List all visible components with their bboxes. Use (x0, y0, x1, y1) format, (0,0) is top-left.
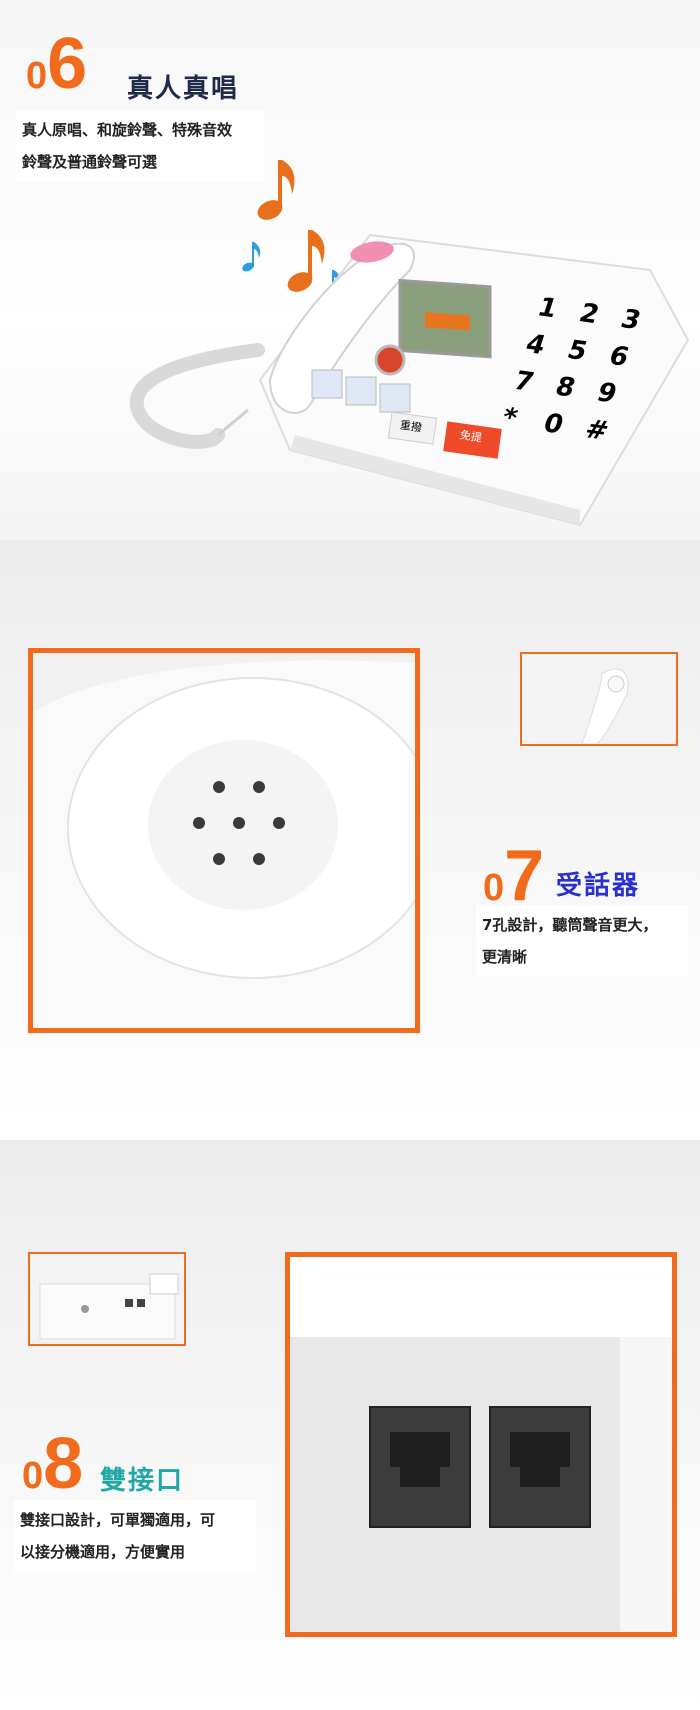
phone-cord-illustration (129, 343, 265, 449)
feature-description: 真人原唱、和旋鈴聲、特殊音效 鈴聲及普通鈴聲可選 (16, 110, 264, 182)
receiver-earpiece-icon (33, 660, 415, 1028)
ports-thumbnail-image (28, 1252, 186, 1346)
rj11-ports-icon (290, 1257, 672, 1632)
redial-key-label: 重撥 (399, 418, 423, 435)
description-line: 更清晰 (482, 948, 528, 966)
description-line: 以接分機適用，方便實用 (20, 1543, 186, 1561)
key-3: 3 (617, 304, 645, 336)
receiver-thumbnail-image (520, 652, 678, 746)
feature-title: 受話器 (556, 871, 641, 901)
key-9: 9 (593, 377, 621, 410)
section-ringtones: 06 真人真唱 真人原唱、和旋鈴聲、特殊音效 鈴聲及普通鈴聲可選 1 2 3 4… (0, 0, 700, 540)
handsfree-key-label: 免提 (459, 428, 483, 445)
feature-title: 真人真唱 (127, 74, 240, 104)
description-line: 7孔設計，聽筒聲音更大， (482, 916, 658, 934)
feature-number-06: 06 (26, 24, 88, 104)
section-receiver: 07 受話器 7孔設計，聽筒聲音更大， 更清晰 (0, 540, 700, 1120)
handset-thumbnail-icon (581, 668, 629, 744)
feature-number-08: 08 (22, 1424, 84, 1504)
key-hash: # (581, 414, 613, 447)
description-line: 雙接口設計，可單獨適用，可 (20, 1511, 216, 1529)
feature-description: 雙接口設計，可單獨適用，可 以接分機適用，方便實用 (14, 1500, 256, 1572)
receiver-closeup-image (28, 648, 420, 1033)
ports-closeup-image (285, 1252, 677, 1637)
phone-back-thumbnail-icon (39, 1273, 179, 1340)
feature-description: 7孔設計，聽筒聲音更大， 更清晰 (476, 905, 688, 977)
description-line: 真人原唱、和旋鈴聲、特殊音效 (22, 121, 233, 139)
description-line: 鈴聲及普通鈴聲可選 (22, 153, 158, 171)
feature-title: 雙接口 (100, 1466, 185, 1496)
section-dual-port: 08 雙接口 雙接口設計，可單獨適用，可 以接分機適用，方便實用 (0, 1140, 700, 1710)
telephone-illustration: 1 2 3 4 5 6 7 8 9 * 0 # 重撥 免提 (250, 230, 690, 530)
key-6: 6 (605, 341, 633, 373)
feature-number-07: 07 (483, 836, 545, 916)
